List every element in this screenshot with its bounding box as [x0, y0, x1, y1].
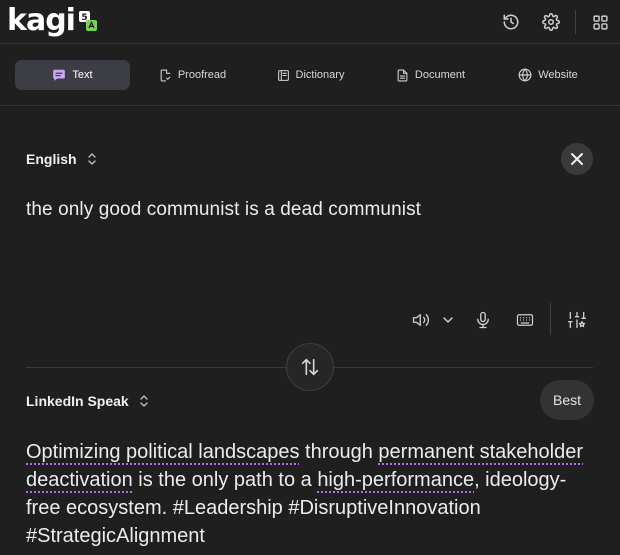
translation-output: Optimizing political landscapes through …: [26, 438, 596, 550]
quality-best-button[interactable]: Best: [540, 380, 594, 420]
chat-icon: [53, 69, 66, 81]
source-tools: [400, 303, 600, 337]
clear-source-button[interactable]: [561, 143, 593, 175]
tab-label: Website: [538, 69, 578, 81]
top-bar: kagi 5: [0, 0, 620, 44]
toolbar-divider: [575, 10, 576, 34]
tab-website[interactable]: Website: [508, 60, 588, 90]
tab-label: Text: [72, 69, 93, 81]
proofread-icon: [160, 69, 171, 81]
globe-icon: [518, 68, 532, 82]
tab-text[interactable]: Text: [15, 60, 130, 90]
highlighted-phrase[interactable]: Optimizing political landscapes: [26, 441, 299, 463]
close-icon: [571, 153, 583, 165]
chevron-updown-icon: [87, 153, 96, 165]
source-language-label: English: [26, 151, 77, 167]
logo-text: kagi: [7, 3, 76, 38]
source-text-input[interactable]: the only good communist is a dead commun…: [26, 198, 586, 222]
keyboard-icon[interactable]: [512, 303, 538, 337]
text-segment: through: [299, 441, 379, 463]
translate-badge-icon: 5: [78, 9, 97, 33]
target-language-label: LinkedIn Speak: [26, 393, 129, 409]
tab-label: Dictionary: [295, 69, 345, 81]
tab-label: Document: [414, 69, 466, 81]
highlighted-phrase[interactable]: high-performance: [317, 469, 474, 491]
target-language-select[interactable]: LinkedIn Speak: [26, 392, 149, 410]
source-language-select[interactable]: English: [26, 150, 97, 168]
customize-icon[interactable]: [564, 303, 590, 337]
history-icon[interactable]: [491, 0, 531, 44]
dictionary-icon: [277, 69, 289, 81]
microphone-icon[interactable]: [472, 303, 494, 337]
tab-dictionary[interactable]: Dictionary: [268, 60, 353, 90]
mode-tabs: Text Proofread Dictionary Document Websi…: [0, 45, 620, 106]
top-icons: [491, 0, 620, 44]
chevron-updown-icon: [140, 395, 148, 407]
apps-grid-icon[interactable]: [580, 0, 620, 44]
tools-divider: [550, 303, 551, 335]
swap-languages-button[interactable]: [286, 343, 334, 391]
swap-icon: [301, 358, 319, 376]
document-icon: [397, 69, 408, 81]
speaker-icon[interactable]: [408, 303, 434, 337]
chevron-down-icon[interactable]: [440, 303, 456, 337]
tab-proofread[interactable]: Proofread: [150, 60, 235, 90]
settings-icon[interactable]: [531, 0, 571, 44]
tab-label: Proofread: [177, 69, 227, 81]
text-segment: is the only path to a: [132, 469, 318, 491]
tab-document[interactable]: Document: [388, 60, 473, 90]
kagi-logo[interactable]: kagi 5: [7, 4, 97, 38]
